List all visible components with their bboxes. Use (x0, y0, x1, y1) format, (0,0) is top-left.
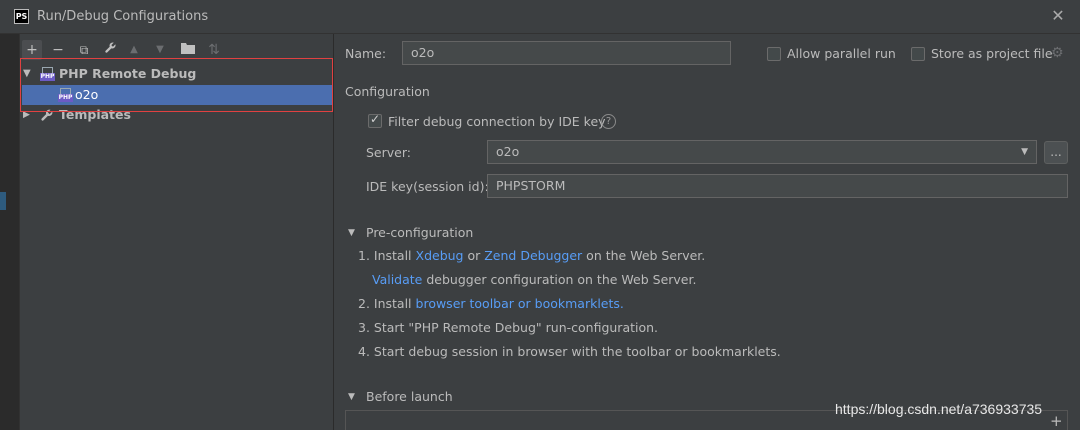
filter-debug-checkbox[interactable] (368, 112, 382, 128)
name-label: Name: (345, 46, 387, 61)
collapse-arrow-icon[interactable]: ▶ (23, 105, 30, 125)
browse-servers-button[interactable]: ... (1044, 141, 1068, 164)
remove-icon[interactable]: − (48, 40, 68, 60)
step-text: 1. Install (358, 248, 416, 263)
filter-debug-label: Filter debug connection by IDE key (388, 114, 606, 129)
xdebug-link[interactable]: Xdebug (416, 248, 464, 263)
server-label: Server: (366, 145, 411, 160)
preconfig-step-3: 3. Start "PHP Remote Debug" run-configur… (358, 320, 659, 335)
chevron-down-icon: ▼ (1021, 147, 1028, 157)
preconfig-step-1: 1. Install Xdebug or Zend Debugger on th… (358, 248, 705, 263)
tree-item-o2o[interactable]: PHP o2o (22, 85, 332, 105)
configuration-heading: Configuration (345, 84, 430, 99)
tree-group-php-remote-debug[interactable]: ▼ PHP PHP Remote Debug (20, 64, 332, 84)
step-text: on the Web Server. (582, 248, 706, 263)
step-text: debugger configuration on the Web Server… (422, 272, 697, 287)
sort-icon[interactable]: ⇅ (204, 40, 224, 60)
wrench-icon[interactable] (100, 40, 120, 60)
tree-toolbar: + − ⧉ ▲ ▼ ⇅ (20, 40, 334, 60)
browser-toolbar-link[interactable]: browser toolbar or bookmarklets. (416, 296, 624, 311)
preconfig-heading: Pre-configuration (366, 225, 474, 240)
folder-icon[interactable] (178, 40, 198, 60)
php-remote-debug-icon: PHP (40, 67, 55, 81)
tree-group-label: PHP Remote Debug (59, 66, 197, 81)
close-icon[interactable]: ✕ (1050, 8, 1066, 24)
title-bar: PS Run/Debug Configurations ✕ (0, 0, 1080, 34)
preconfig-step-1b: Validate debugger configuration on the W… (372, 272, 696, 287)
left-edge-strip (0, 34, 20, 430)
copy-icon[interactable]: ⧉ (74, 40, 94, 60)
gear-icon[interactable]: ⚙ (1051, 45, 1064, 61)
collapse-arrow-icon[interactable]: ▼ (348, 392, 355, 402)
tree-group-templates[interactable]: ▶ Templates (20, 105, 332, 125)
wrench-icon (40, 108, 55, 122)
expand-arrow-icon[interactable]: ▼ (23, 64, 31, 84)
name-input[interactable]: o2o (402, 41, 731, 65)
preconfig-step-4: 4. Start debug session in browser with t… (358, 344, 781, 359)
zend-debugger-link[interactable]: Zend Debugger (484, 248, 582, 263)
help-icon[interactable]: ? (601, 114, 616, 129)
watermark: https://blog.csdn.net/a736933735 (835, 401, 1043, 417)
ide-key-label: IDE key(session id): (366, 179, 489, 194)
server-select-value: o2o (496, 144, 520, 159)
window-title: Run/Debug Configurations (37, 9, 209, 24)
tree-group-label: Templates (59, 107, 131, 122)
add-task-icon[interactable]: + (1050, 412, 1063, 430)
store-project-label: Store as project file (931, 46, 1053, 61)
before-launch-heading: Before launch (366, 389, 453, 404)
configuration-form: Name: o2o Allow parallel run Store as pr… (335, 34, 1080, 430)
store-project-checkbox[interactable] (911, 47, 925, 61)
ide-key-input[interactable]: PHPSTORM (487, 174, 1068, 198)
collapse-arrow-icon[interactable]: ▼ (348, 228, 355, 238)
phpstorm-logo-icon: PS (14, 9, 29, 24)
configurations-tree-pane: + − ⧉ ▲ ▼ ⇅ ▼ PHP PHP Remote Debug PHP o… (20, 34, 334, 430)
server-select[interactable]: o2o ▼ (487, 140, 1037, 164)
strip-marker (0, 192, 6, 210)
allow-parallel-checkbox[interactable] (767, 47, 781, 61)
preconfig-step-2: 2. Install browser toolbar or bookmarkle… (358, 296, 624, 311)
allow-parallel-label: Allow parallel run (787, 46, 896, 61)
step-text: 2. Install (358, 296, 416, 311)
step-text: or (463, 248, 485, 263)
validate-link[interactable]: Validate (372, 272, 422, 287)
move-up-icon[interactable]: ▲ (124, 40, 144, 60)
add-icon[interactable]: + (22, 40, 42, 60)
php-remote-debug-icon: PHP (58, 88, 73, 102)
move-down-icon[interactable]: ▼ (150, 40, 170, 60)
tree-item-label: o2o (75, 87, 99, 102)
